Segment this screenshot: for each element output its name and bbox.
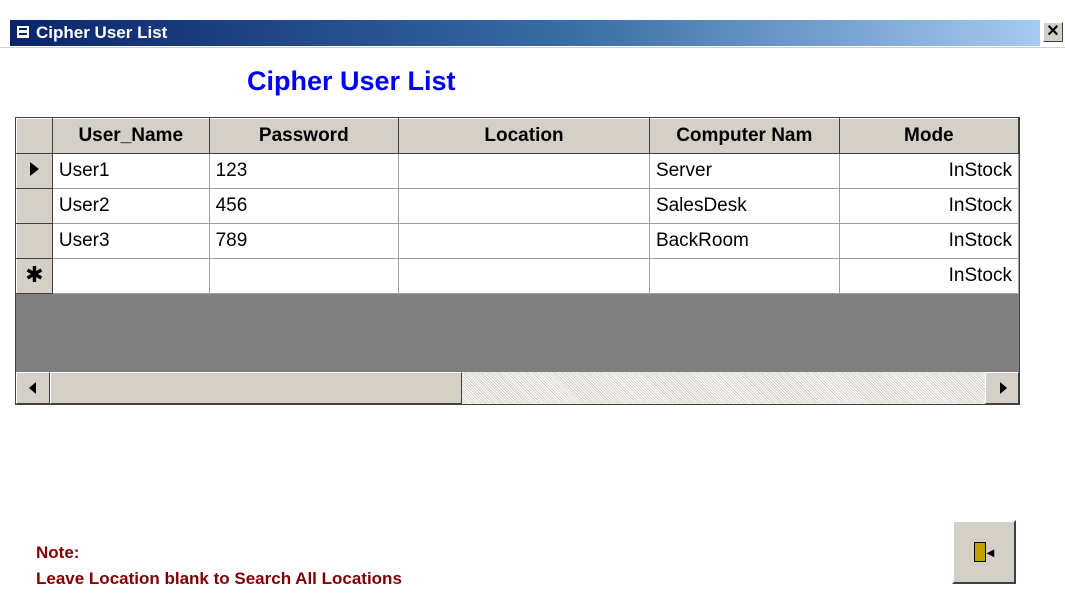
cell-computer-name[interactable] (648, 258, 840, 294)
exit-button[interactable]: ◂ (952, 520, 1016, 584)
cell-mode[interactable]: InStock (838, 153, 1019, 189)
exit-arrow-icon: ◂ (987, 544, 995, 560)
record-selector[interactable] (16, 188, 53, 224)
note-label: Note: (36, 543, 80, 562)
arrow-right-icon (1000, 382, 1007, 394)
cell-location[interactable] (398, 188, 650, 224)
window-title: Cipher User List (36, 23, 168, 42)
cell-location[interactable] (398, 153, 650, 189)
cell-password[interactable]: 789 (208, 223, 400, 259)
column-header-mode[interactable]: Mode (838, 118, 1019, 154)
current-record-icon (29, 162, 39, 176)
select-all-corner[interactable] (16, 118, 53, 154)
exit-door-icon (974, 542, 986, 562)
table-row[interactable]: User1 123 Server InStock (16, 153, 1019, 189)
table-row[interactable]: User2 456 SalesDesk InStock (16, 188, 1019, 224)
new-record-selector[interactable]: ✱ (16, 258, 53, 294)
cell-user-name[interactable]: User1 (51, 153, 210, 189)
cell-computer-name[interactable]: BackRoom (648, 223, 840, 259)
title-bar: Cipher User List ✕ (0, 0, 1065, 48)
column-header-computer-name[interactable]: Computer Nam (648, 118, 840, 154)
cell-user-name[interactable]: User3 (51, 223, 210, 259)
cell-user-name[interactable] (51, 258, 210, 294)
scroll-left-button[interactable] (16, 372, 50, 404)
record-selector[interactable] (16, 223, 53, 259)
scroll-right-button[interactable] (985, 372, 1019, 404)
datasheet-table: User_Name Password Location Computer Nam… (16, 118, 1019, 294)
title-bar-strip[interactable]: Cipher User List (10, 20, 1040, 46)
cell-password[interactable]: 123 (208, 153, 400, 189)
arrow-left-icon (29, 382, 36, 394)
form-icon (16, 25, 30, 39)
new-record-row[interactable]: ✱ InStock (16, 258, 1019, 294)
cell-user-name[interactable]: User2 (51, 188, 210, 224)
cell-location[interactable] (398, 223, 650, 259)
new-record-icon: ✱ (25, 262, 44, 287)
header-row: User_Name Password Location Computer Nam… (16, 118, 1019, 154)
close-icon: ✕ (1046, 23, 1060, 40)
cell-password[interactable] (208, 258, 400, 294)
cell-location[interactable] (398, 258, 650, 294)
close-button[interactable]: ✕ (1043, 22, 1063, 42)
note-text: Leave Location blank to Search All Locat… (36, 569, 402, 588)
cell-mode[interactable]: InStock (838, 258, 1019, 294)
column-header-location[interactable]: Location (398, 118, 650, 154)
cell-computer-name[interactable]: Server (648, 153, 840, 189)
cell-mode[interactable]: InStock (838, 223, 1019, 259)
cell-password[interactable]: 456 (208, 188, 400, 224)
column-header-password[interactable]: Password (208, 118, 400, 154)
record-selector[interactable] (16, 153, 53, 189)
scrollbar-thumb[interactable] (50, 372, 462, 404)
cell-mode[interactable]: InStock (838, 188, 1019, 224)
table-row[interactable]: User3 789 BackRoom InStock (16, 223, 1019, 259)
datasheet-grid[interactable]: User_Name Password Location Computer Nam… (15, 117, 1020, 405)
cell-computer-name[interactable]: SalesDesk (648, 188, 840, 224)
form-heading: Cipher User List (247, 66, 456, 96)
horizontal-scrollbar[interactable] (16, 372, 1019, 404)
column-header-user-name[interactable]: User_Name (51, 118, 210, 154)
note-block: Note: Leave Location blank to Search All… (36, 540, 402, 592)
